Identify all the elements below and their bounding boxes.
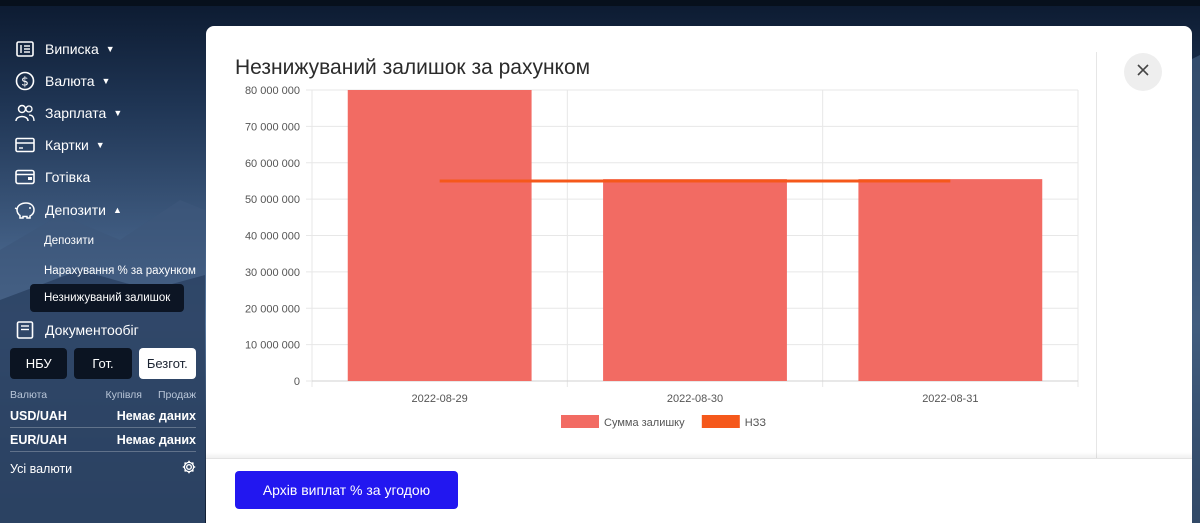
rate-row: EUR/UAH Немає даних [10, 428, 196, 452]
y-tick-label: 0 [294, 376, 300, 388]
sidebar-item-salary[interactable]: Зарплата ▼ [14, 101, 122, 125]
caret-down-icon: ▼ [105, 44, 115, 54]
legend-label: НЗЗ [745, 417, 767, 429]
sidebar: Виписка ▼ $ Валюта ▼ Зарплата ▼ Картки ▼… [0, 30, 205, 523]
gear-icon[interactable] [182, 460, 196, 477]
sidebar-item-label: Виписка [45, 41, 99, 57]
y-tick-label: 60 000 000 [245, 158, 300, 170]
tab-cash[interactable]: Гот. [74, 348, 132, 379]
statement-icon [14, 38, 36, 60]
caret-down-icon: ▼ [101, 76, 111, 86]
users-icon [14, 102, 36, 124]
sidebar-item-documents[interactable]: Документообіг [14, 318, 139, 342]
sidebar-item-label: Депозити [45, 202, 106, 218]
sub-item-interest-accrual[interactable]: Нарахування % за рахунком [44, 265, 196, 277]
caret-down-icon: ▼ [113, 108, 123, 118]
bar [347, 90, 532, 381]
sidebar-item-deposits[interactable]: Депозити ▲ [14, 198, 122, 222]
piggy-bank-icon [14, 199, 36, 221]
x-tick-label: 2022-08-31 [922, 393, 978, 405]
rates-header-sell: Продаж [158, 389, 196, 401]
all-currencies-link[interactable]: Усі валюти [10, 462, 72, 476]
legend-label: Сумма залишку [604, 417, 685, 429]
sidebar-item-label: Готівка [45, 169, 91, 185]
y-tick-label: 20 000 000 [245, 303, 300, 315]
rate-value: Немає даних [116, 432, 196, 447]
card-icon [14, 134, 36, 156]
close-button[interactable] [1124, 53, 1162, 91]
balance-chart: 0 10 000 000 20 000 000 30 000 000 40 000 00… [245, 85, 1079, 429]
sidebar-item-label: Документообіг [45, 322, 139, 338]
y-tick-label: 10 000 000 [245, 340, 300, 352]
modal-footer: Архів виплат % за угодою [206, 458, 1192, 523]
x-tick-label: 2022-08-29 [412, 393, 468, 405]
wallet-icon [14, 166, 36, 188]
rate-type-tabs: НБУ Гот. Безгот. [10, 348, 196, 379]
legend-swatch [701, 415, 740, 428]
caret-down-icon: ▼ [95, 140, 105, 150]
caret-up-icon: ▲ [112, 205, 122, 215]
tab-nbu[interactable]: НБУ [10, 348, 68, 379]
y-tick-label: 80 000 000 [245, 85, 300, 97]
all-currencies-row: Усі валюти [10, 460, 196, 477]
svg-text:$: $ [21, 75, 29, 89]
y-tick-label: 30 000 000 [245, 267, 300, 279]
sub-item-minimum-balance[interactable]: Незнижуваний залишок [30, 284, 184, 312]
rates-header-buy: Купівля [105, 389, 142, 401]
bar [858, 179, 1043, 381]
minimum-balance-modal: Незнижуваний залишок за рахунком 0 10 000… [206, 26, 1192, 523]
rate-value: Немає даних [116, 408, 196, 423]
sidebar-item-statement[interactable]: Виписка ▼ [14, 37, 115, 61]
sidebar-item-cash[interactable]: Готівка [14, 165, 90, 189]
sidebar-item-label: Картки [45, 137, 89, 153]
y-tick-label: 40 000 000 [245, 231, 300, 243]
dollar-circle-icon: $ [14, 70, 36, 92]
sidebar-item-label: Валюта [45, 73, 95, 89]
close-icon [1136, 63, 1150, 82]
legend-swatch [561, 415, 599, 428]
sidebar-item-currency[interactable]: $ Валюта ▼ [14, 69, 110, 93]
sidebar-item-label: Зарплата [45, 105, 107, 121]
bar [603, 179, 787, 381]
y-tick-label: 50 000 000 [245, 194, 300, 206]
sidebar-item-cards[interactable]: Картки ▼ [14, 133, 105, 157]
rates-header-currency: Валюта [10, 389, 48, 401]
y-tick-label: 70 000 000 [245, 121, 300, 133]
tab-cashless[interactable]: Безгот. [138, 348, 196, 379]
vertical-divider [1096, 52, 1097, 458]
sub-item-deposits[interactable]: Депозити [44, 235, 94, 247]
rate-pair: USD/UAH [10, 408, 67, 423]
x-tick-label: 2022-08-30 [667, 393, 723, 405]
rate-pair: EUR/UAH [10, 432, 67, 447]
document-icon [14, 319, 36, 341]
rates-header: Валюта Купівля Продаж [10, 389, 196, 401]
rate-row: USD/UAH Немає даних [10, 404, 196, 428]
archive-payments-button[interactable]: Архів виплат % за угодою [235, 471, 458, 509]
